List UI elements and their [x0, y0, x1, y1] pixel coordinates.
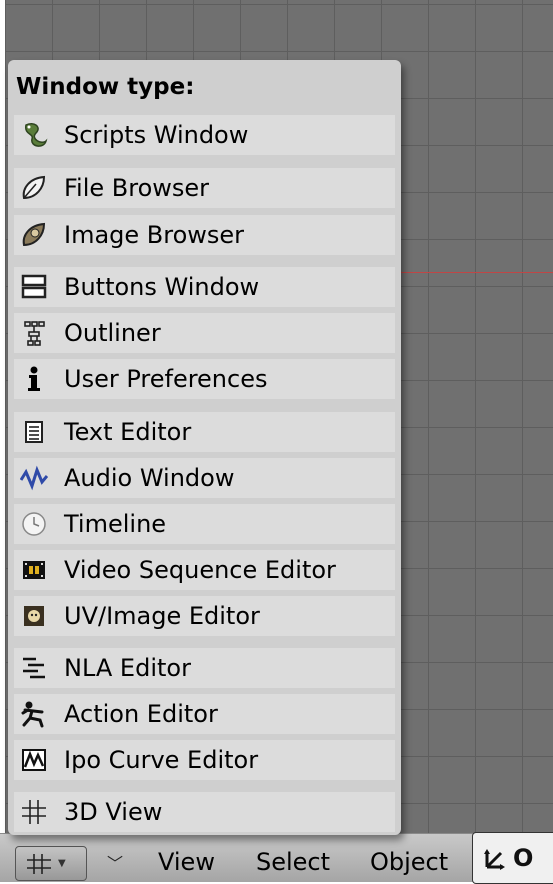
menu-item-label: Audio Window — [64, 464, 235, 492]
menu-item-label: Scripts Window — [64, 121, 249, 149]
mode-selector[interactable]: O — [472, 832, 553, 884]
menu-item-scripts-window[interactable]: Scripts Window — [14, 115, 395, 155]
collapse-menu-icon[interactable]: ﹀ — [107, 850, 123, 874]
grid-3d-icon — [26, 853, 52, 875]
menu-item-audio-window[interactable]: Audio Window — [14, 458, 395, 498]
text-editor-icon — [20, 418, 48, 446]
menu-item-label: File Browser — [64, 174, 210, 202]
menu-item-label: Image Browser — [64, 221, 245, 249]
menu-item-outliner[interactable]: Outliner — [14, 313, 395, 353]
menu-item-uv-image-editor[interactable]: UV/Image Editor — [14, 596, 395, 636]
menu-item-3d-view[interactable]: 3D View — [14, 792, 395, 832]
mode-label: O — [513, 844, 534, 872]
menu-item-nla-editor[interactable]: NLA Editor — [14, 648, 395, 688]
menu-item-label: UV/Image Editor — [64, 602, 260, 630]
folder-leaf-icon — [20, 174, 48, 202]
window-type-button[interactable]: ▼ — [15, 846, 87, 881]
info-icon — [20, 365, 48, 393]
left-gutter — [0, 0, 5, 881]
menu-item-video-sequence-editor[interactable]: Video Sequence Editor — [14, 550, 395, 590]
menu-item-label: Timeline — [64, 510, 167, 538]
clock-icon — [20, 510, 48, 538]
nla-icon — [20, 654, 48, 682]
menu-item-label: Action Editor — [64, 700, 218, 728]
menu-item-user-preferences[interactable]: User Preferences — [14, 359, 395, 399]
menu-item-timeline[interactable]: Timeline — [14, 504, 395, 544]
menu-object[interactable]: Object — [370, 848, 448, 876]
menu-item-label: User Preferences — [64, 365, 268, 393]
uv-image-icon — [20, 602, 48, 630]
menu-item-label: Ipo Curve Editor — [64, 746, 259, 774]
menu-item-text-editor[interactable]: Text Editor — [14, 412, 395, 452]
menu-item-buttons-window[interactable]: Buttons Window — [14, 267, 395, 307]
menu-item-label: Text Editor — [64, 418, 192, 446]
x-axis-line — [400, 272, 553, 273]
menu-item-action-editor[interactable]: Action Editor — [14, 694, 395, 734]
python-snake-icon — [20, 121, 48, 149]
menu-item-label: Buttons Window — [64, 273, 260, 301]
grid-3d-icon — [20, 798, 48, 826]
object-mode-icon — [483, 845, 509, 871]
menu-title: Window type: — [16, 74, 195, 100]
buttons-window-icon — [20, 273, 48, 301]
chevron-down-icon: ▼ — [58, 858, 66, 869]
menu-item-label: Video Sequence Editor — [64, 556, 336, 584]
audio-wave-icon — [20, 464, 48, 492]
menu-item-file-browser[interactable]: File Browser — [14, 168, 395, 208]
menu-item-image-browser[interactable]: Image Browser — [14, 215, 395, 255]
menu-item-ipo-curve-editor[interactable]: Ipo Curve Editor — [14, 740, 395, 780]
menu-view[interactable]: View — [158, 848, 215, 876]
ipo-curve-icon — [20, 746, 48, 774]
image-browser-icon — [20, 221, 48, 249]
menu-select[interactable]: Select — [256, 848, 330, 876]
menu-item-label: Outliner — [64, 319, 161, 347]
menu-item-label: 3D View — [64, 798, 163, 826]
film-strip-icon — [20, 556, 48, 584]
action-figure-icon — [20, 700, 48, 728]
outliner-icon — [20, 319, 48, 347]
menu-item-label: NLA Editor — [64, 654, 191, 682]
